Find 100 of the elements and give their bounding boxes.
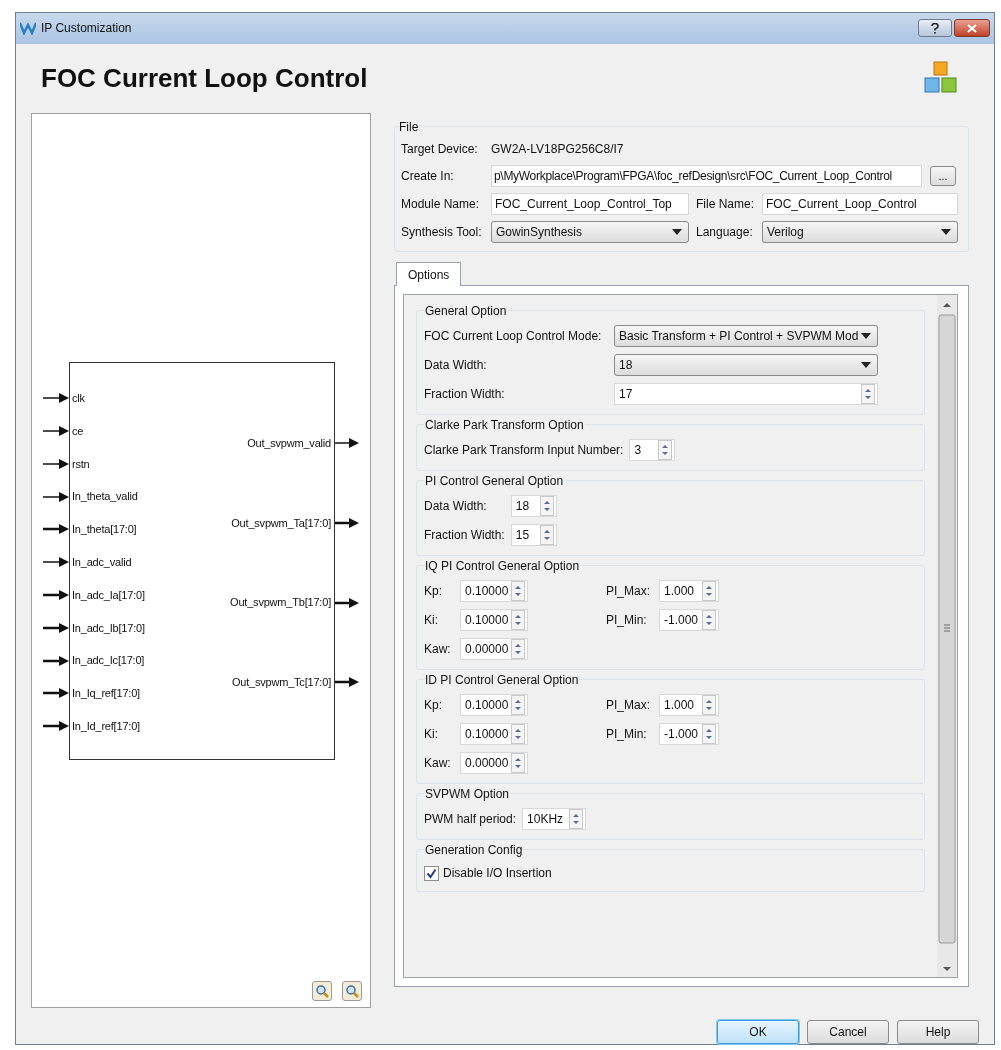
field-label: PWM half period: [424,811,517,828]
help-button[interactable] [918,19,952,38]
port-label: In_theta[17:0] [72,522,137,538]
port-label: clk [72,391,85,406]
spin-box[interactable]: 18 [510,495,557,517]
field-label: Data Width: [424,357,488,374]
spin-arrows-icon [861,384,875,404]
field-label: Kp: [424,697,443,714]
dropdown[interactable]: Basic Transform + PI Control + SVPWM Mod [614,325,878,347]
zoom-in-button[interactable] [312,981,332,1001]
browse-button[interactable]: ... [930,166,956,186]
dialog-button[interactable]: Cancel [807,1020,889,1044]
spin-arrows-icon [658,440,673,460]
arrow-icon [43,426,69,437]
spin-box[interactable]: 1.000 [659,694,719,716]
spin-box[interactable]: 15 [510,524,557,546]
field-label: Clarke Park Transform Input Number: [424,442,624,459]
checkbox[interactable] [424,865,439,881]
spin-box[interactable]: 0.10000 [460,723,528,745]
spin-arrows-icon [511,753,525,773]
field-label: PI_Min: [606,726,648,743]
window-title: IP Customization [41,20,132,38]
field-label: PI_Max: [606,583,651,600]
spin-box[interactable]: 0.00000 [460,638,528,660]
close-icon [967,23,977,33]
checkmark-icon [426,867,437,879]
spin-box[interactable]: -1.000 [659,723,719,745]
spin-arrows-icon [702,724,716,744]
scrollbar[interactable] [937,295,957,977]
spin-box[interactable]: 10KHz [522,808,587,830]
field-label: Data Width: [424,498,488,515]
spin-box[interactable]: 0.00000 [460,752,528,774]
arrow-icon [43,590,69,601]
arrow-icon [335,438,359,449]
dropdown[interactable]: GowinSynthesis [491,221,689,243]
spin-box[interactable]: 1.000 [659,580,719,602]
spin-box[interactable]: -1.000 [659,609,719,631]
cubes-icon [923,61,959,96]
close-button[interactable] [954,19,990,38]
spin-arrows-icon [511,610,525,630]
field-label: Module Name: [401,196,481,213]
dialog-button[interactable]: Help [897,1020,979,1044]
field-label: Ki: [424,726,439,743]
spin-arrows-icon [511,695,525,715]
checkbox-label: Disable I/O Insertion [443,865,552,882]
port-label: In_Iq_ref[17:0] [72,686,140,702]
group-title: PI Control General Option [424,473,565,489]
spin-box[interactable]: 0.10000 [460,694,528,716]
field-label: Synthesis Tool: [401,224,483,241]
module-name-field[interactable]: FOC_Current_Loop_Control_Top [491,193,689,215]
arrow-icon [43,524,69,535]
tab[interactable]: Options [396,262,462,286]
spin-arrows-icon [702,695,716,715]
port-label: In_adc_Ic[17:0] [72,653,145,669]
field-label: FOC Current Loop Control Mode: [424,328,603,345]
port-label: rstn [72,456,90,472]
group-title: Generation Config [424,842,524,858]
caret-icon [672,229,682,235]
spin-arrows-icon [511,639,525,659]
help-icon [931,22,939,34]
field-label: Kaw: [424,641,452,658]
magnifier-icon [315,984,329,998]
page-title: FOC Current Loop Control [41,61,368,95]
port-label: In_adc_Ib[17:0] [72,620,145,636]
group-title: IQ PI Control General Option [424,558,581,574]
spin-box[interactable]: 17 [614,383,878,405]
spin-box[interactable]: 0.10000 [460,580,528,602]
spin-arrows-icon [511,724,525,744]
group-title: ID PI Control General Option [424,672,580,688]
arrow-icon [43,393,69,404]
field-label: Target Device: [401,141,479,158]
spin-box[interactable]: 3 [629,439,676,461]
device-name: GW2A-LV18PG256C8/I7 [491,141,624,158]
port-label: ce [72,423,84,439]
dialog-button[interactable]: OK [717,1020,799,1044]
file-name-field[interactable]: FOC_Current_Loop_Control [762,193,958,215]
zoom-out-button[interactable] [342,981,362,1001]
arrow-icon [335,677,359,688]
arrow-icon [43,688,69,699]
port-label: In_adc_valid [72,555,132,570]
field-label: Kaw: [424,755,452,772]
dropdown[interactable]: Verilog [762,221,958,243]
port-label: Out_svpwm_valid [247,436,331,451]
path-field[interactable]: p\MyWorkplace\Program\FPGA\foc_refDesign\src\FOC_Current_Loop_Control [491,165,922,187]
spin-arrows-icon [511,581,525,601]
port-label: Out_svpwm_Tb[17:0] [230,595,331,611]
dropdown[interactable]: 18 [614,354,878,376]
arrow-icon [43,458,69,469]
field-label: Ki: [424,612,439,629]
field-label: PI_Min: [606,612,648,629]
arrow-icon [335,517,359,528]
port-label: In_adc_Ia[17:0] [72,587,145,603]
group-title: Clarke Park Transform Option [424,417,585,433]
arrow-icon [335,597,359,608]
group-title: General Option [424,303,508,319]
spin-arrows-icon [702,610,716,630]
arrow-icon [43,557,69,568]
magnifier-icon [345,984,359,998]
field-label: Create In: [401,168,455,185]
spin-box[interactable]: 0.10000 [460,609,528,631]
